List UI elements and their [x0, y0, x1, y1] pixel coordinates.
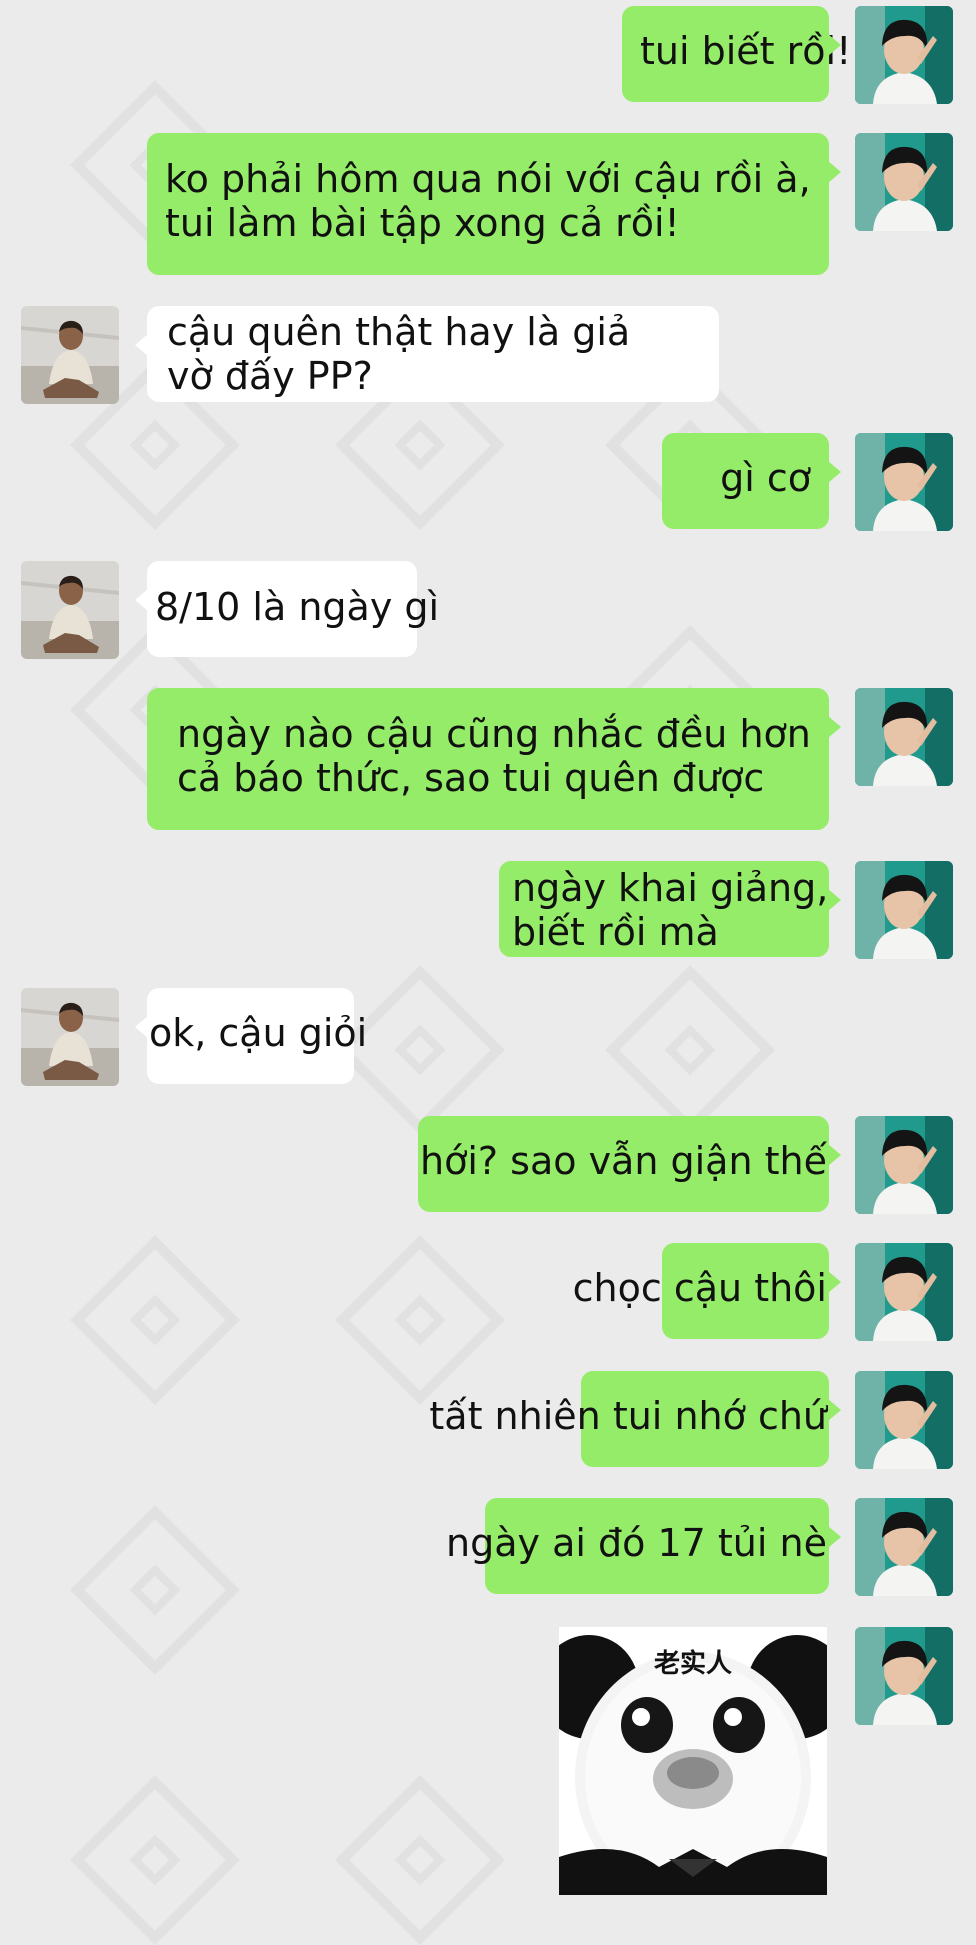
message-bubble[interactable]: tất nhiên tui nhớ chứ: [429, 1371, 841, 1467]
message-text: chọc cậu thôi: [572, 1266, 827, 1310]
avatar[interactable]: [21, 306, 119, 404]
message-text: ngày ai đó 17 tủi nè: [446, 1521, 827, 1565]
avatar[interactable]: [855, 1498, 953, 1596]
message-text: ngày khai giảng,: [512, 866, 829, 910]
watermark-icon: [335, 1235, 505, 1405]
message-text: 8/10 là ngày gì: [155, 585, 440, 629]
sticker-caption: 老实人: [653, 1649, 732, 1679]
avatar[interactable]: [855, 6, 953, 104]
message-bubble[interactable]: ngày ai đó 17 tủi nè: [446, 1498, 841, 1594]
message-text: cả báo thức, sao tui quên được: [177, 756, 765, 800]
message-text: biết rồi mà: [512, 910, 719, 954]
message-bubble[interactable]: gì cơ: [662, 433, 841, 529]
message-text: tất nhiên tui nhớ chứ: [429, 1394, 827, 1438]
message-text: ok, cậu giỏi: [149, 1011, 368, 1055]
avatar[interactable]: [21, 561, 119, 659]
watermark-icon: [70, 1775, 240, 1945]
avatar[interactable]: [21, 988, 119, 1086]
avatar[interactable]: [855, 133, 953, 231]
avatar[interactable]: [855, 433, 953, 531]
watermark-icon: [335, 1775, 505, 1945]
message-text: tui làm bài tập xong cả rồi!: [165, 201, 680, 245]
avatar[interactable]: [855, 688, 953, 786]
avatar[interactable]: [855, 861, 953, 959]
watermark-icon: [605, 965, 775, 1135]
avatar[interactable]: [855, 1116, 953, 1214]
message-bubble[interactable]: hới? sao vẫn giận thế: [418, 1116, 841, 1212]
avatar[interactable]: [855, 1627, 953, 1725]
avatar[interactable]: [855, 1371, 953, 1469]
watermark-icon: [70, 1235, 240, 1405]
message-bubble[interactable]: chọc cậu thôi: [573, 1243, 841, 1339]
avatar[interactable]: [855, 1243, 953, 1341]
message-bubble[interactable]: ok, cậu giỏi: [135, 988, 368, 1084]
message-bubble[interactable]: cậu quên thật hay là giả vờ đấy PP?: [135, 306, 719, 402]
message-text: ko phải hôm qua nói với cậu rồi à,: [165, 157, 811, 201]
message-bubble[interactable]: tui biết rồi!: [622, 6, 852, 102]
message-bubble[interactable]: ngày khai giảng, biết rồi mà: [499, 861, 841, 957]
message-text: cậu quên thật hay là giả: [167, 310, 631, 354]
message-text: ngày nào cậu cũng nhắc đều hơn: [177, 712, 811, 756]
panda-meme-sticker[interactable]: 老实人: [559, 1627, 827, 1895]
message-bubble[interactable]: 8/10 là ngày gì: [135, 561, 440, 657]
message-text: vờ đấy PP?: [167, 354, 373, 398]
message-bubble[interactable]: ngày nào cậu cũng nhắc đều hơn cả báo th…: [147, 688, 841, 830]
message-text: gì cơ: [720, 456, 811, 500]
message-bubble[interactable]: ko phải hôm qua nói với cậu rồi à, tui l…: [147, 133, 841, 275]
message-text: tui biết rồi!: [640, 29, 852, 73]
watermark-icon: [70, 1505, 240, 1675]
message-text: hới? sao vẫn giận thế: [420, 1139, 827, 1183]
